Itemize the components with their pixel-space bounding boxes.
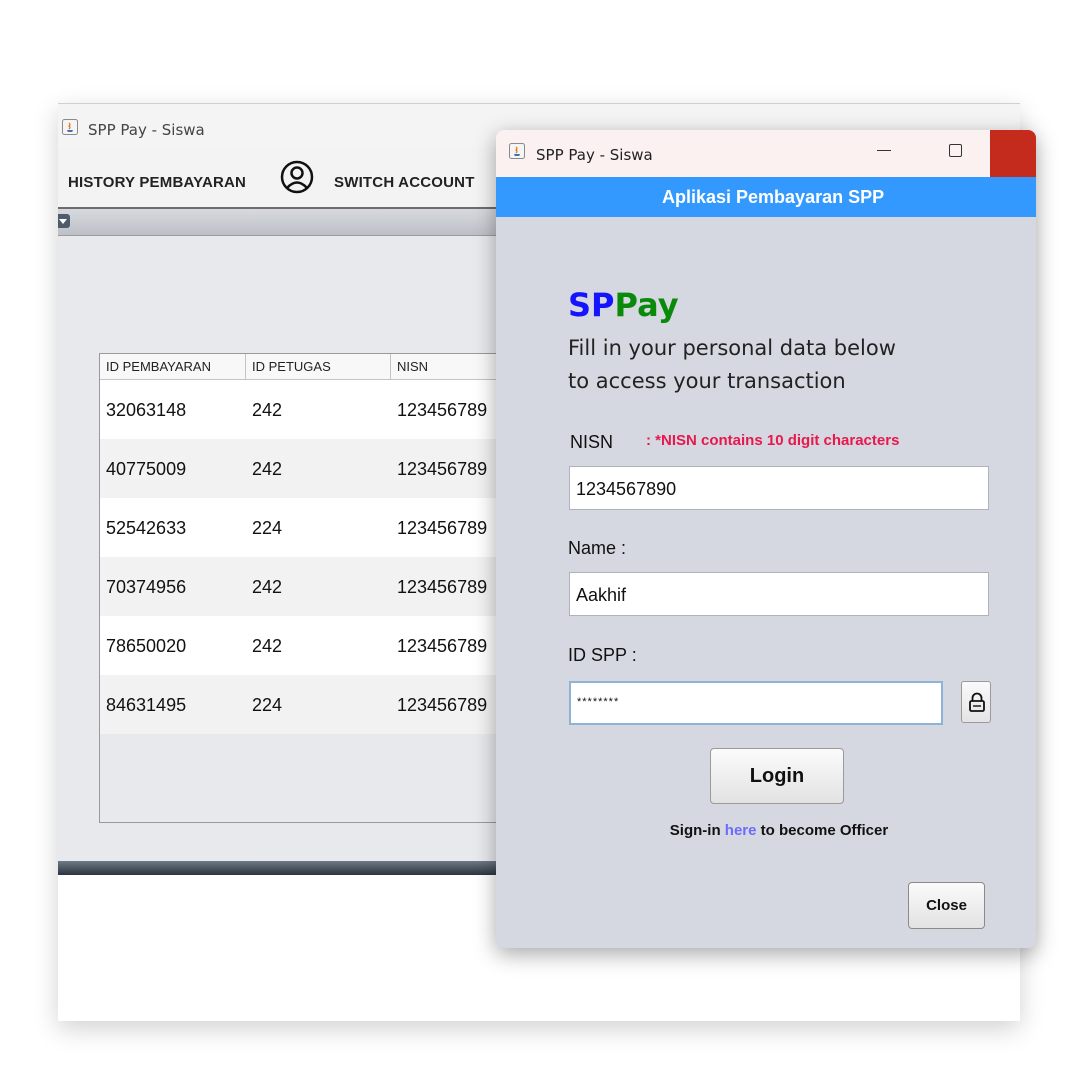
table-cell: 78650020 [106, 636, 187, 656]
name-input[interactable]: Aakhif [569, 572, 989, 616]
dialog-header: Aplikasi Pembayaran SPP [496, 177, 1036, 217]
nisn-input[interactable]: 1234567890 [569, 466, 989, 510]
table-cell: 123456789 [397, 400, 488, 420]
table-cell: 242 [252, 577, 283, 597]
table-cell: 32063148 [106, 400, 187, 420]
toggle-password-button[interactable] [961, 681, 991, 723]
table-cell: 70374956 [106, 577, 187, 597]
column-header[interactable]: ID PETUGAS [246, 354, 391, 380]
dialog-title: SPP Pay - Siswa [536, 146, 653, 164]
brand-part-sp: SP [568, 286, 615, 324]
table-cell: 123456789 [397, 695, 488, 715]
brand-logo: SPPay [568, 286, 679, 324]
close-icon[interactable] [990, 130, 1036, 177]
background-window-title: SPP Pay - Siswa [88, 121, 205, 139]
table-cell: 123456789 [397, 459, 488, 479]
close-button[interactable]: Close [908, 882, 985, 929]
dialog-titlebar[interactable]: SPP Pay - Siswa [496, 130, 1036, 177]
java-icon [62, 119, 78, 135]
brand-part-pay: Pay [614, 286, 679, 324]
table-cell: 52542633 [106, 518, 187, 538]
officer-signin-text: Sign-in here to become Officer [496, 822, 1036, 839]
signin-suffix: to become Officer [756, 822, 889, 839]
table-cell: 84631495 [106, 695, 187, 715]
intro-text-line1: Fill in your personal data below [568, 336, 896, 360]
name-label: Name : [568, 538, 627, 558]
minimize-icon[interactable] [877, 150, 891, 151]
app-header-title: Aplikasi Pembayaran SPP [662, 187, 885, 207]
id-spp-label: ID SPP : [568, 645, 637, 665]
table-cell: 242 [252, 400, 283, 420]
java-icon [509, 143, 525, 159]
dropdown-icon[interactable] [58, 214, 70, 228]
table-cell: 242 [252, 636, 283, 656]
user-circle-icon[interactable] [280, 160, 314, 194]
intro-text-line2: to access your transaction [568, 369, 846, 393]
lock-icon [969, 692, 985, 712]
login-dialog: SPP Pay - Siswa Aplikasi Pembayaran SPP … [496, 130, 1036, 948]
table-cell: 224 [252, 695, 283, 715]
history-pembayaran-menu[interactable]: HISTORY PEMBAYARAN [68, 174, 246, 191]
officer-signin-link[interactable]: here [725, 822, 757, 839]
maximize-icon[interactable] [949, 144, 962, 157]
table-cell: 242 [252, 459, 283, 479]
table-cell: 123456789 [397, 577, 488, 597]
nisn-hint: : *NISN contains 10 digit characters [646, 432, 900, 449]
table-cell: 123456789 [397, 518, 488, 538]
nisn-label: NISN [570, 432, 614, 452]
login-button[interactable]: Login [710, 748, 844, 804]
signin-prefix: Sign-in [669, 822, 725, 839]
table-cell: 40775009 [106, 459, 187, 479]
switch-account-menu[interactable]: SWITCH ACCOUNT [334, 174, 475, 191]
id-spp-password-input[interactable]: ******** [569, 681, 943, 725]
column-header[interactable]: ID PEMBAYARAN [100, 354, 246, 380]
table-cell: 123456789 [397, 636, 488, 656]
table-cell: 224 [252, 518, 283, 538]
